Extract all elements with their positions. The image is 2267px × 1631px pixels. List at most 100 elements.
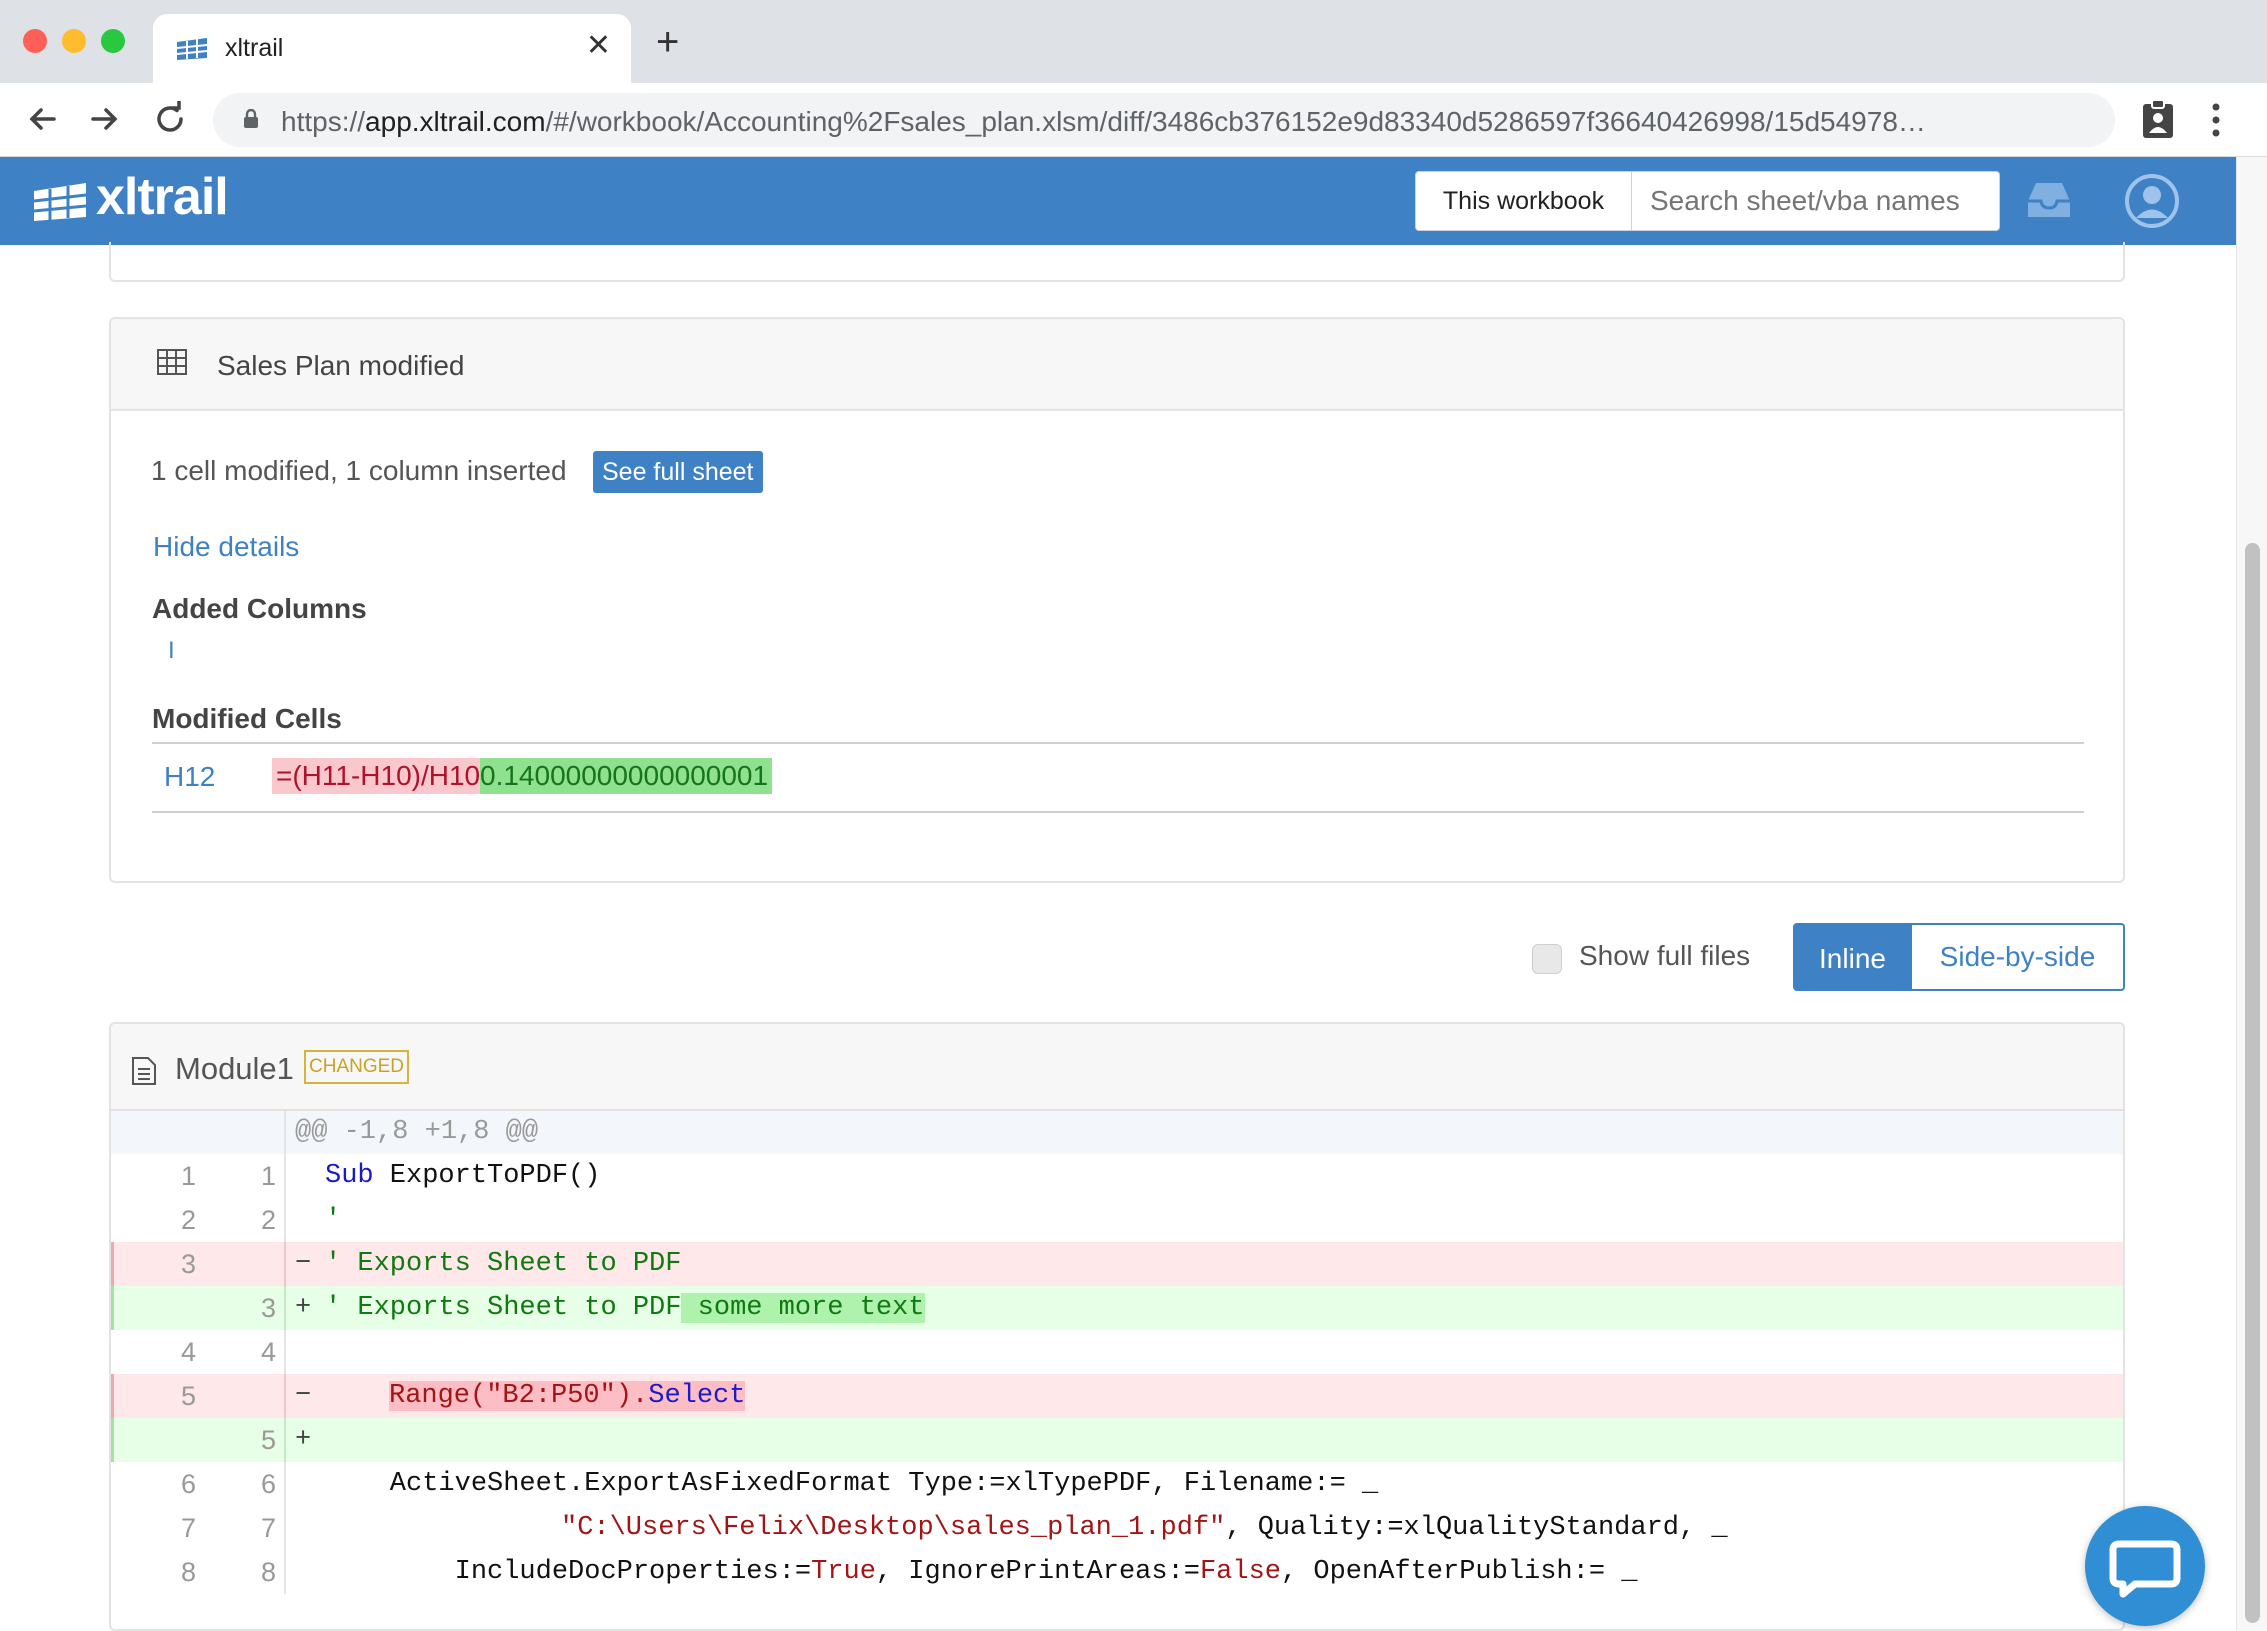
- forward-arrow-icon[interactable]: [85, 99, 125, 139]
- browser-tab-bar: xltrail ✕ +: [0, 0, 2267, 83]
- new-line-number[interactable]: 1: [196, 1154, 276, 1198]
- browser-tab[interactable]: xltrail ✕: [153, 14, 631, 83]
- code-comment: ' Exports Sheet to PDF: [325, 1293, 682, 1323]
- user-avatar-icon[interactable]: [2124, 173, 2180, 229]
- diff-gutter: [284, 1462, 286, 1506]
- code-text: ' Exports Sheet to PDF some more text: [325, 1286, 925, 1330]
- added-columns-title: Added Columns: [152, 593, 367, 624]
- url-prefix: https://: [281, 106, 366, 137]
- code-diff: @@ -1,8 +1,8 @@ 1 1 Sub ExportToPDF() 2 …: [111, 1111, 2123, 1594]
- show-full-files-label[interactable]: Show full files: [1579, 940, 1750, 972]
- code-boolean: True: [811, 1557, 876, 1587]
- new-line-number[interactable]: 3: [196, 1286, 276, 1330]
- diff-gutter: [284, 1418, 286, 1462]
- url-text: https://app.xltrail.com/#/workbook/Accou…: [281, 106, 1926, 138]
- old-line-number[interactable]: 5: [111, 1374, 196, 1418]
- hide-details-link[interactable]: Hide details: [153, 531, 299, 563]
- diff-gutter: [284, 1550, 286, 1594]
- diff-line: 6 6 ActiveSheet.ExportAsFixedFormat Type…: [111, 1462, 2123, 1506]
- code-plain: , IgnorePrintAreas:=: [875, 1557, 1200, 1587]
- code-text: Sub ExportToPDF(): [325, 1154, 600, 1198]
- diff-sign: +: [295, 1293, 312, 1323]
- reload-icon[interactable]: [150, 99, 190, 139]
- new-line-number[interactable]: 7: [196, 1506, 276, 1550]
- inline-view-button[interactable]: Inline: [1793, 923, 1912, 991]
- url-host: app.xltrail.com: [365, 106, 546, 137]
- clipboard-account-icon[interactable]: [2141, 99, 2175, 139]
- changed-badge: CHANGED: [304, 1050, 410, 1084]
- old-line-number[interactable]: 4: [111, 1330, 196, 1374]
- window-zoom-button[interactable]: [101, 29, 125, 53]
- diff-sign: −: [295, 1249, 312, 1279]
- tab-title: xltrail: [225, 34, 284, 62]
- chat-bubble-icon: [2109, 1540, 2181, 1598]
- hunk-header: @@ -1,8 +1,8 @@: [111, 1111, 2123, 1155]
- xltrail-logo-icon[interactable]: [32, 181, 88, 223]
- code-plain: , OpenAfterPublish:= _: [1280, 1557, 1638, 1587]
- new-line-number[interactable]: 5: [196, 1418, 276, 1462]
- diff-line: 4 4: [111, 1330, 2123, 1374]
- old-line-number[interactable]: 3: [111, 1242, 196, 1286]
- cell-reference[interactable]: H12: [164, 761, 215, 793]
- this-workbook-button[interactable]: This workbook: [1415, 171, 1632, 231]
- diff-gutter: [284, 1330, 286, 1374]
- diff-line: 1 1 Sub ExportToPDF(): [111, 1154, 2123, 1198]
- diff-gutter: [284, 1111, 286, 1155]
- new-line-number[interactable]: 8: [196, 1550, 276, 1594]
- logo-text[interactable]: xltrail: [96, 167, 229, 227]
- show-full-files-checkbox[interactable]: [1532, 944, 1562, 974]
- deleted-keyword-highlight: Select: [648, 1381, 746, 1411]
- diff-line: 2 2 ': [111, 1198, 2123, 1242]
- inbox-icon[interactable]: [2024, 179, 2074, 221]
- diff-gutter: [284, 1374, 286, 1418]
- code-boolean: False: [1199, 1557, 1281, 1587]
- old-line-number[interactable]: 8: [111, 1550, 196, 1594]
- diff-sign: +: [295, 1425, 312, 1455]
- new-line-number[interactable]: 2: [196, 1198, 276, 1242]
- new-cell-value: 0.14000000000000001: [480, 758, 773, 794]
- see-full-sheet-button[interactable]: See full sheet: [593, 451, 763, 493]
- address-bar[interactable]: https://app.xltrail.com/#/workbook/Accou…: [213, 93, 2115, 147]
- back-arrow-icon[interactable]: [22, 99, 62, 139]
- change-summary: 1 cell modified, 1 column inserted: [151, 455, 567, 486]
- search-input[interactable]: [1632, 171, 2000, 231]
- browser-menu-icon[interactable]: [2210, 101, 2222, 141]
- sheet-diff-card: Sales Plan modified 1 cell modified, 1 c…: [109, 317, 2125, 883]
- code-text: Range("B2:P50").Select: [389, 1374, 746, 1418]
- tab-close-icon[interactable]: ✕: [586, 28, 611, 63]
- new-tab-button[interactable]: +: [656, 22, 679, 62]
- added-text-highlight: some more text: [681, 1293, 925, 1323]
- window-close-button[interactable]: [23, 29, 47, 53]
- old-cell-value: =(H11-H10)/H10: [272, 758, 481, 794]
- code-string: "C:\Users\Felix\Desktop\sales_plan_1.pdf…: [561, 1513, 1226, 1543]
- new-line-number[interactable]: 4: [196, 1330, 276, 1374]
- diff-gutter: [284, 1242, 286, 1286]
- chat-support-button[interactable]: [2085, 1506, 2205, 1626]
- previous-card: [109, 242, 2125, 282]
- modified-cells-title: Modified Cells: [152, 703, 342, 734]
- app-header: xltrail This workbook: [0, 157, 2236, 245]
- code-text: "C:\Users\Felix\Desktop\sales_plan_1.pdf…: [561, 1506, 1728, 1550]
- side-by-side-view-button[interactable]: Side-by-side: [1912, 923, 2125, 991]
- diff-gutter: [284, 1506, 286, 1550]
- diff-sign: −: [295, 1381, 312, 1411]
- code-comment: ' Exports Sheet to PDF: [325, 1249, 682, 1279]
- scrollbar-thumb[interactable]: [2245, 543, 2260, 1623]
- page-scrollbar[interactable]: [2236, 157, 2267, 1631]
- new-line-number[interactable]: 6: [196, 1462, 276, 1506]
- old-line-number[interactable]: 6: [111, 1462, 196, 1506]
- sheet-card-title: Sales Plan modified: [217, 350, 465, 381]
- old-line-number[interactable]: 7: [111, 1506, 196, 1550]
- old-line-number[interactable]: 2: [111, 1198, 196, 1242]
- old-line-number[interactable]: 1: [111, 1154, 196, 1198]
- window-minimize-button[interactable]: [62, 29, 86, 53]
- code-plain: IncludeDocProperties:=: [325, 1557, 812, 1587]
- added-column-item[interactable]: I: [168, 637, 175, 665]
- url-path: /#/workbook/Accounting%2Fsales_plan.xlsm…: [545, 106, 1926, 137]
- diff-line: 7 7 "C:\Users\Felix\Desktop\sales_plan_1…: [111, 1506, 2123, 1550]
- xltrail-favicon-icon: [176, 38, 208, 60]
- code-text: IncludeDocProperties:=True, IgnorePrintA…: [325, 1550, 1638, 1594]
- module-diff-card: Module1 CHANGED @@ -1,8 +1,8 @@ 1 1 Sub …: [109, 1022, 2125, 1631]
- sheet-card-header: Sales Plan modified: [111, 319, 2123, 411]
- browser-toolbar: https://app.xltrail.com/#/workbook/Accou…: [0, 83, 2267, 157]
